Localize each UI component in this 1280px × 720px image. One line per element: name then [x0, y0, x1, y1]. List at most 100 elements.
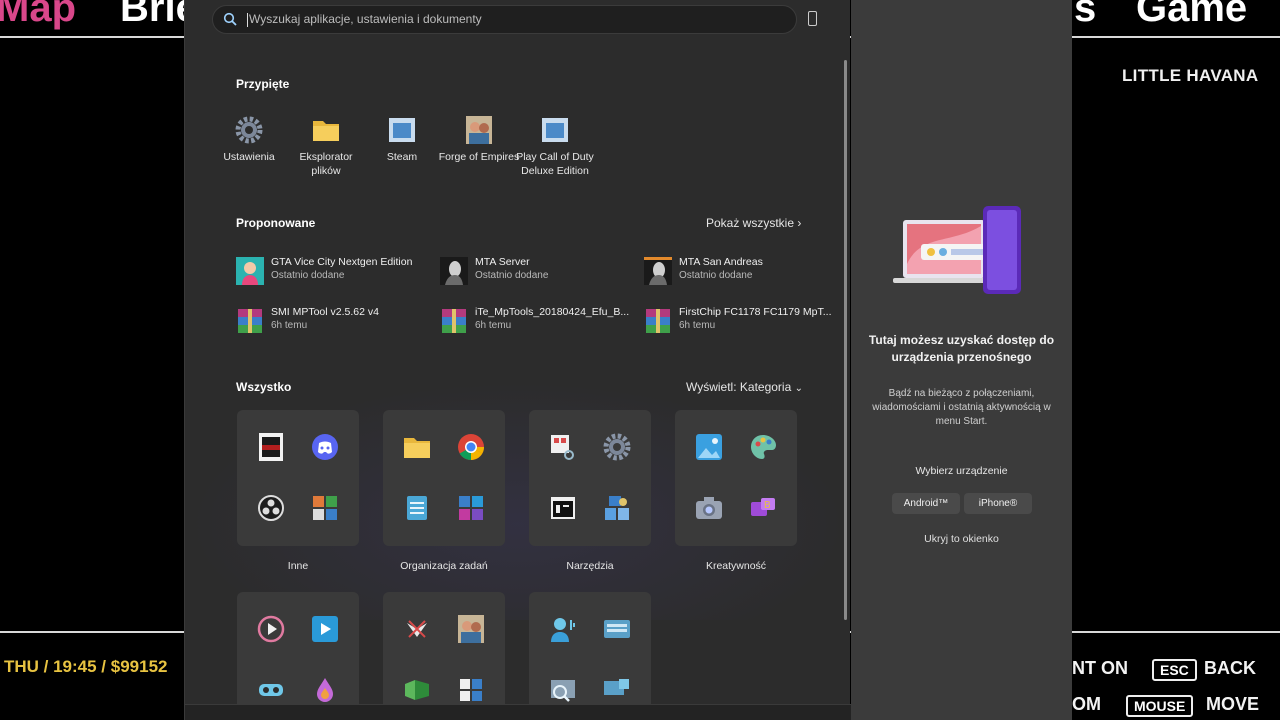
- apps-grid-icon: [311, 494, 339, 522]
- folder-icon: [403, 433, 431, 461]
- paint-icon: [749, 433, 777, 461]
- recommended-item[interactable]: MTA San Andreas Ostatnio dodane: [644, 254, 834, 290]
- game-status: THU / 19:45 / $99152: [4, 657, 168, 676]
- back-hint: BACK: [1204, 658, 1256, 678]
- recommended-sub-text: Ostatnio dodane: [475, 270, 549, 281]
- recommended-title-text: FirstChip FC1178 FC1179 MpT...: [679, 306, 832, 318]
- folder-label: Kreatywność: [705, 560, 767, 572]
- show-all-link[interactable]: Pokaż wszystkie ›: [706, 216, 801, 230]
- forge-icon: [457, 615, 485, 643]
- checklist-icon: [457, 676, 485, 704]
- category-folder-tools[interactable]: [529, 410, 651, 546]
- discord-icon: [311, 433, 339, 461]
- hide-panel-link[interactable]: Ukryj to okienko: [861, 533, 1062, 545]
- category-folder-other[interactable]: [237, 410, 359, 546]
- camera-icon: [695, 494, 723, 522]
- clipchamp-icon: B: [749, 494, 777, 522]
- phone-link-panel: Tutaj możesz uzyskać dostęp do urządzeni…: [851, 0, 1072, 720]
- mta-icon: [440, 257, 468, 285]
- recommended-title: Proponowane: [236, 216, 316, 230]
- keyboard-icon: [603, 615, 631, 643]
- snipping-tool-icon: [549, 433, 577, 461]
- pinned-forge-of-empires[interactable]: Forge of Empires: [438, 116, 520, 164]
- zoom-hint: OM: [1072, 694, 1101, 714]
- paint-drop-icon: [311, 676, 339, 704]
- iphone-button[interactable]: iPhone®: [964, 493, 1032, 514]
- category-folder-accessibility[interactable]: [529, 592, 651, 720]
- media-player-icon: [257, 615, 285, 643]
- phone-panel-description: Bądź na bieżąco z połączeniami, wiadomoś…: [872, 388, 1051, 427]
- game-tools-icon: [403, 615, 431, 643]
- voice-access-icon: [549, 615, 577, 643]
- recommended-sub-text: 6h temu: [475, 320, 512, 331]
- terminal-icon: [549, 494, 577, 522]
- all-apps-title: Wszystko: [236, 380, 292, 394]
- game-tab-game: Game: [1136, 0, 1248, 30]
- office-apps-icon: [457, 494, 485, 522]
- search-input[interactable]: Wyszukaj aplikacje, ustawienia i dokumen…: [249, 12, 482, 26]
- view-label: Wyświetl: Kategoria: [686, 380, 792, 394]
- magnifier-icon: [549, 676, 577, 704]
- scarface-icon: [257, 433, 285, 461]
- control-hint-text: NT ON: [1072, 658, 1128, 678]
- move-hint: MOVE: [1206, 694, 1260, 714]
- category-folder-creativity[interactable]: B: [675, 410, 797, 546]
- show-all-label: Pokaż wszystkie: [706, 216, 795, 230]
- start-footer: [185, 704, 851, 720]
- location-label: LITTLE HAVANA: [1122, 66, 1259, 85]
- category-folder-games[interactable]: [383, 592, 505, 720]
- recommended-sub-text: Ostatnio dodane: [679, 270, 753, 281]
- game-tab-map: Map: [0, 0, 76, 30]
- app-window-icon: [541, 116, 569, 144]
- pinned-call-of-duty[interactable]: Play Call of Duty Deluxe Edition: [514, 116, 596, 178]
- winrar-icon: [646, 309, 670, 333]
- chevron-down-icon: ⌄: [794, 383, 803, 394]
- video-editor-icon: [311, 615, 339, 643]
- obs-icon: [257, 494, 285, 522]
- phone-link-icon[interactable]: [808, 11, 817, 26]
- excel-icon: [403, 676, 431, 704]
- pinned-settings[interactable]: Ustawienia: [208, 116, 290, 164]
- folder-label: Organizacja zadań: [400, 560, 488, 572]
- category-folder-productivity[interactable]: [383, 410, 505, 546]
- pinned-label: Steam: [386, 151, 418, 163]
- pinned-file-explorer[interactable]: Eksplorator plików: [285, 116, 367, 178]
- control-panel-icon: [603, 494, 631, 522]
- laptop-phone-illustration: [893, 206, 1021, 294]
- recommended-item[interactable]: SMI MPTool v2.5.62 v4 6h temu: [236, 304, 426, 340]
- search-box[interactable]: Wyszukaj aplikacje, ustawienia i dokumen…: [212, 5, 797, 34]
- recommended-title-text: SMI MPTool v2.5.62 v4: [271, 306, 379, 318]
- recommended-item[interactable]: FirstChip FC1178 FC1179 MpT... 6h temu: [644, 304, 834, 340]
- android-button[interactable]: Android™: [892, 493, 960, 514]
- recommended-sub-text: 6h temu: [271, 320, 308, 331]
- pinned-label: Eksplorator plików: [299, 151, 353, 177]
- winrar-icon: [238, 309, 262, 333]
- view-category-dropdown[interactable]: Wyświetl: Kategoria ⌄: [686, 380, 803, 394]
- recommended-item[interactable]: GTA Vice City Nextgen Edition Ostatnio d…: [236, 254, 426, 290]
- pinned-label: Ustawienia: [223, 151, 275, 163]
- folder-icon: [312, 116, 340, 144]
- folder-label: Narzędzia: [566, 560, 614, 572]
- recommended-title-text: GTA Vice City Nextgen Edition: [271, 256, 413, 268]
- pinned-steam[interactable]: Steam: [361, 116, 443, 164]
- chrome-icon: [457, 433, 485, 461]
- scrollbar[interactable]: [844, 60, 847, 620]
- app-window-icon: [388, 116, 416, 144]
- pinned-title: Przypięte: [236, 77, 290, 91]
- notepad-icon: [403, 494, 431, 522]
- phone-panel-title: Tutaj możesz uzyskać dostęp do urządzeni…: [868, 333, 1055, 364]
- winrar-icon: [442, 309, 466, 333]
- choose-device-label: Wybierz urządzenie: [915, 465, 1008, 477]
- pinned-label: Forge of Empires: [438, 151, 520, 163]
- photos-icon: [695, 433, 723, 461]
- recommended-title-text: MTA San Andreas: [679, 256, 763, 268]
- mta-icon: [644, 257, 672, 285]
- recommended-item[interactable]: iTe_MpTools_20180424_Efu_B... 6h temu: [440, 304, 630, 340]
- gear-icon: [235, 116, 263, 144]
- category-folder-media[interactable]: [237, 592, 359, 720]
- narrator-icon: [603, 676, 631, 704]
- text-cursor: [247, 13, 248, 27]
- search-icon: [223, 12, 237, 26]
- recommended-item[interactable]: MTA Server Ostatnio dodane: [440, 254, 630, 290]
- recommended-sub-text: 6h temu: [679, 320, 716, 331]
